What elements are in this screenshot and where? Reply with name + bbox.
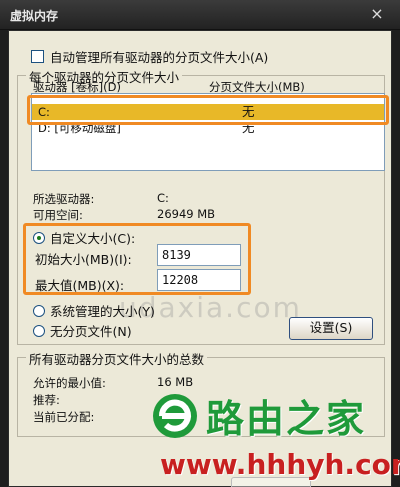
currently-allocated-label: 当前已分配: [33, 410, 95, 424]
system-managed-label: 系统管理的大小(Y) [50, 304, 155, 319]
highlight-box-drive [27, 95, 389, 125]
selected-drive-value: C: [157, 191, 169, 205]
selected-drive-label: 所选驱动器: [33, 192, 95, 206]
no-paging-radio-row[interactable]: 无分页文件(N) [33, 321, 132, 340]
min-allowed-label: 允许的最小值: [33, 376, 106, 390]
site-url-watermark: www.hhhyh.com [160, 448, 400, 481]
no-paging-radio[interactable] [33, 324, 45, 337]
free-space-label: 可用空间: [33, 208, 83, 222]
free-space-value: 26949 MB [157, 207, 216, 221]
brand-text: 路由之家 [206, 397, 367, 441]
highlight-box-custom [23, 223, 251, 295]
title-bar: 虚拟内存 × [0, 0, 400, 30]
no-paging-label: 无分页文件(N) [50, 324, 132, 339]
totals-group-title: 所有驱动器分页文件大小的总数 [26, 349, 208, 368]
brand-logo-icon [153, 393, 197, 438]
system-managed-radio-row[interactable]: 系统管理的大小(Y) [33, 301, 155, 320]
close-icon[interactable]: × [368, 5, 386, 23]
min-allowed-value: 16 MB [157, 375, 194, 389]
auto-manage-checkbox[interactable] [31, 50, 44, 63]
auto-manage-checkbox-row[interactable]: 自动管理所有驱动器的分页文件大小(A) [31, 47, 268, 66]
auto-manage-label: 自动管理所有驱动器的分页文件大小(A) [50, 50, 269, 65]
system-managed-radio[interactable] [33, 304, 45, 317]
window-title: 虚拟内存 [10, 9, 59, 23]
set-button[interactable]: 设置(S) [289, 317, 373, 340]
recommended-label: 推荐: [33, 393, 60, 407]
brand-watermark: 路由之家 [150, 388, 366, 443]
